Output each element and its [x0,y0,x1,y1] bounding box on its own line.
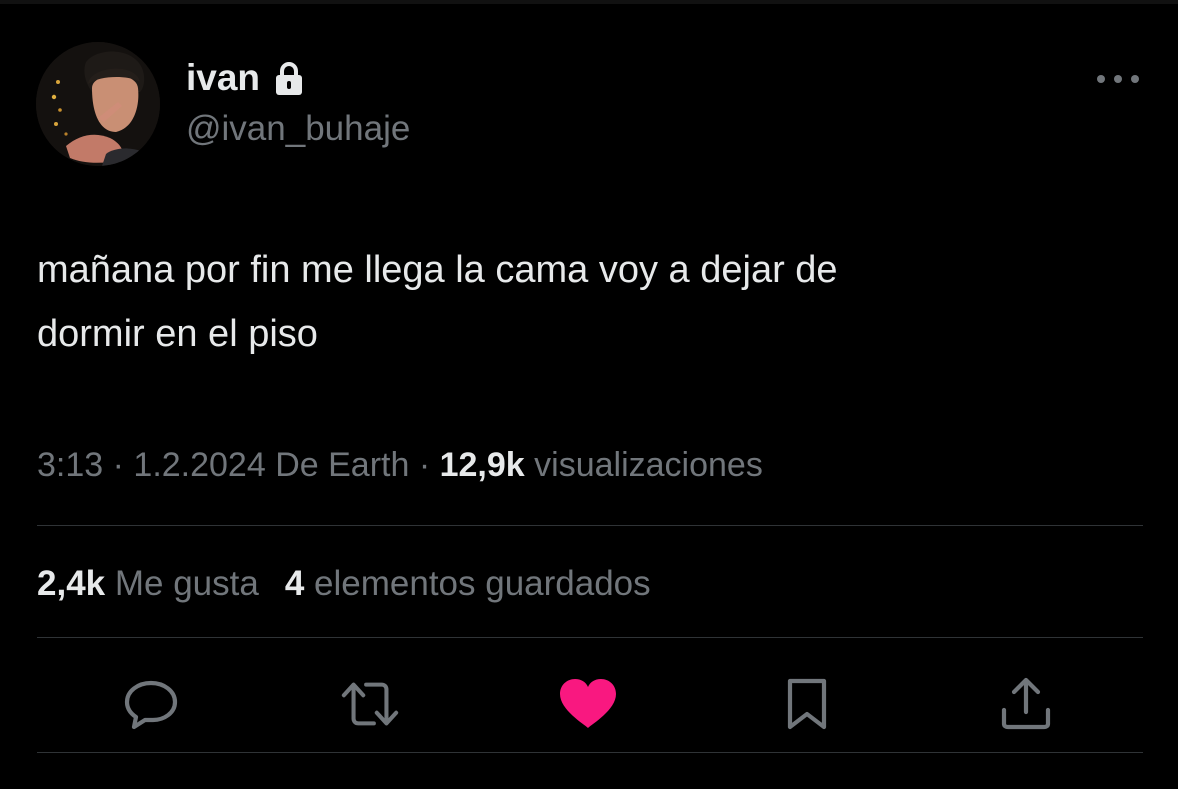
likes-stat[interactable]: 2,4k Me gusta [37,557,259,611]
user-handle[interactable]: @ivan_buhaje [186,107,410,151]
tweet-text-line: dormir en el piso [37,313,318,355]
tweet-time[interactable]: 3:13 [37,446,103,484]
divider [37,525,1143,526]
share-icon [1001,677,1051,730]
bookmarks-stat[interactable]: 4 elementos guardados [285,557,651,611]
avatar[interactable] [36,42,160,166]
bookmark-icon [787,678,827,730]
lock-icon [276,62,303,95]
reply-button[interactable] [121,674,181,734]
top-edge [0,0,1178,4]
bookmarks-count: 4 [284,564,305,603]
tweet-source: De Earth [265,446,410,484]
bookmark-button[interactable] [777,674,837,734]
more-dots-icon [1097,75,1139,83]
divider [37,637,1143,638]
tweet-date[interactable]: 1.2.2024 [133,446,265,484]
bookmarks-label: elementos guardados [304,564,651,603]
retweet-button[interactable] [340,674,400,734]
like-button[interactable] [558,674,618,734]
tweet-text-line: mañana por fin me llega la cama voy a de… [37,249,838,291]
more-options-button[interactable] [1090,62,1146,96]
meta-separator: · [409,446,440,484]
likes-count: 2,4k [37,564,106,603]
share-button[interactable] [996,674,1056,734]
retweet-icon [341,682,399,726]
reply-icon [124,680,178,730]
meta-separator: · [103,446,134,484]
views-label: visualizaciones [524,446,763,484]
avatar-photo [36,42,160,166]
tweet-text: mañana por fin me llega la cama voy a de… [37,238,1137,366]
tweet-stats: 2,4k Me gusta 4 elementos guardados [37,557,651,611]
display-name-row: ivan [186,54,304,102]
likes-label: Me gusta [105,564,259,603]
heart-icon [560,679,616,728]
tweet-meta: 3:13 · 1.2.2024 De Earth · 12,9k visuali… [37,440,763,490]
display-name[interactable]: ivan [186,54,260,102]
divider [37,752,1143,753]
views-count: 12,9k [439,446,525,484]
